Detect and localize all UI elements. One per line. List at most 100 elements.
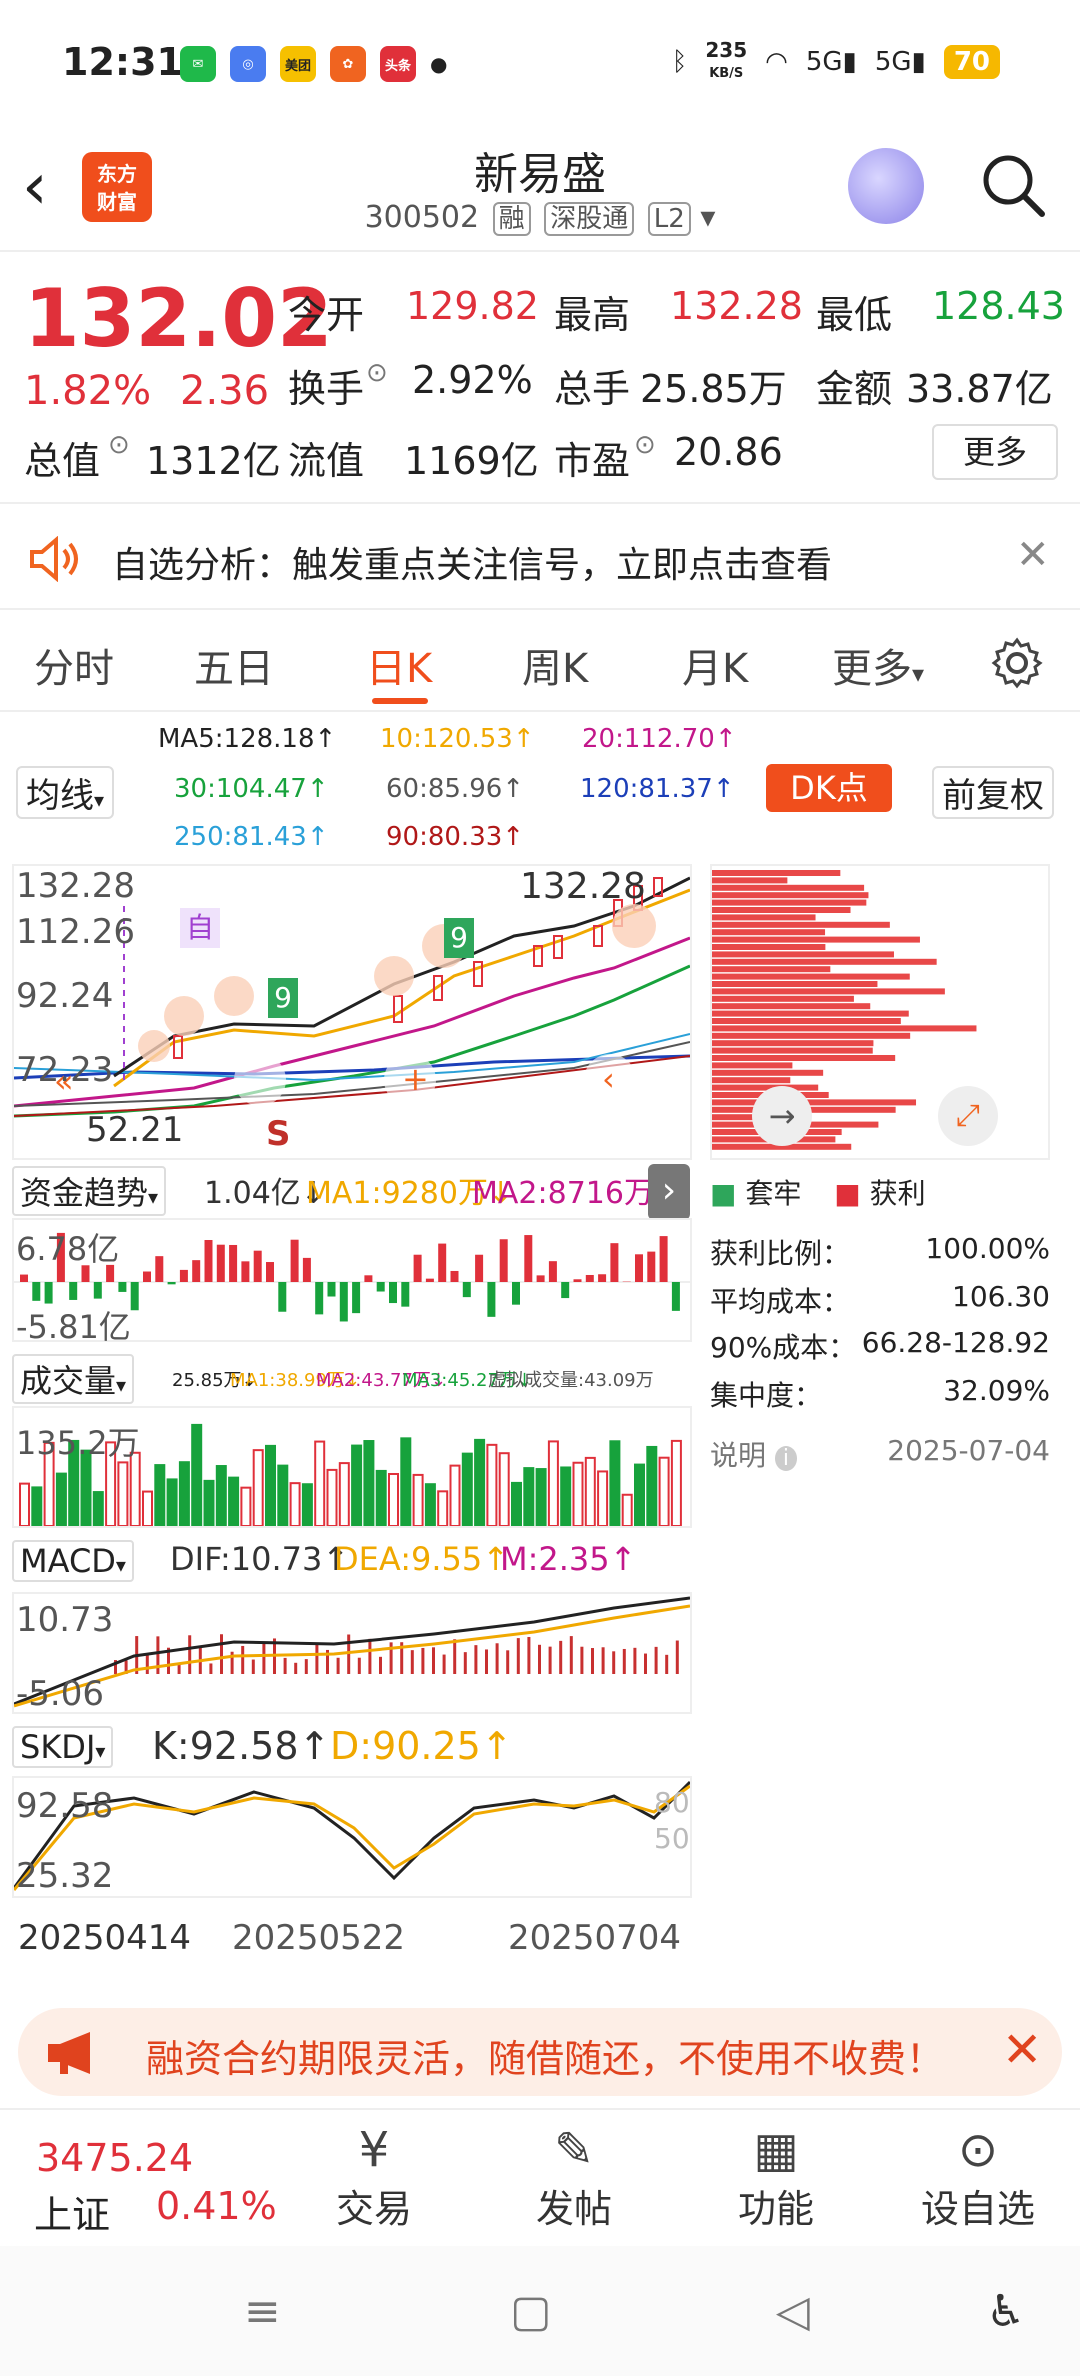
volume-bar xyxy=(191,1423,203,1528)
chip-bar xyxy=(712,870,841,876)
volume-bar xyxy=(154,1464,166,1527)
index-name[interactable]: 上证 xyxy=(34,2184,110,2239)
volume-selector[interactable]: 成交量▾ xyxy=(12,1354,135,1404)
fund-bar xyxy=(647,1251,656,1282)
accessibility-icon[interactable]: ♿ xyxy=(986,2286,1025,2337)
tab-more[interactable]: 更多▾ xyxy=(832,636,924,694)
kline-tick-top: 132.28 xyxy=(16,866,135,906)
alert-banner[interactable]: 自选分析：触发重点关注信号，立即点击查看 ✕ xyxy=(0,506,1080,610)
xiaohongshu-icon: ✿ xyxy=(330,46,366,82)
macd-chart[interactable]: 10.73 -5.06 xyxy=(12,1592,692,1714)
volume-bar xyxy=(228,1476,240,1527)
fund-bar xyxy=(561,1282,570,1299)
fund-bar xyxy=(155,1256,164,1282)
virtual-volume: 虚拟成交量:43.09万 xyxy=(488,1370,654,1391)
info-icon[interactable]: ⊙ xyxy=(634,430,656,460)
more-button[interactable]: 更多 xyxy=(932,424,1058,480)
tab-monthly-k[interactable]: 月K xyxy=(682,636,748,694)
robot-assistant-icon[interactable] xyxy=(848,148,924,224)
chevron-down-icon: ▾ xyxy=(95,1739,106,1763)
volume-bar xyxy=(437,1490,449,1527)
tag-margin: 融 xyxy=(492,202,531,236)
fund-bar xyxy=(327,1282,336,1297)
macd-selector[interactable]: MACD▾ xyxy=(12,1540,134,1582)
info-icon[interactable]: ⊙ xyxy=(366,358,388,388)
fund-bar xyxy=(536,1275,545,1282)
value-amount: 33.87亿 xyxy=(906,367,1053,411)
nav-post[interactable]: ✎ 发帖 xyxy=(494,2122,654,2233)
index-change[interactable]: 0.41% xyxy=(156,2184,277,2228)
edit-icon: ✎ xyxy=(553,2122,595,2178)
concentration-label: 集中度： xyxy=(710,1379,823,1412)
skdj-selector[interactable]: SKDJ▾ xyxy=(12,1726,114,1768)
add-icon: + xyxy=(402,1060,429,1098)
tab-intraday[interactable]: 分时 xyxy=(34,636,114,694)
search-icon[interactable] xyxy=(978,150,1048,220)
volume-bar xyxy=(338,1462,350,1527)
chip-distribution-chart[interactable]: → ⤢ xyxy=(710,864,1050,1160)
label-low: 最低 xyxy=(816,293,893,337)
skdj-bottom-tick: 25.32 xyxy=(16,1856,114,1896)
avg-cost-label: 平均成本： xyxy=(710,1285,851,1318)
nav-trade[interactable]: ¥ 交易 xyxy=(294,2122,454,2233)
macd-bar xyxy=(442,1654,446,1674)
expand-icon[interactable]: ⤢ xyxy=(938,1086,998,1146)
macd-bar xyxy=(675,1640,679,1674)
ma-selector[interactable]: 均线▾ xyxy=(16,766,115,819)
home-icon[interactable]: ▢ xyxy=(510,2286,552,2337)
margin-ad-banner[interactable]: 融资合约期限灵活，随借随还，不使用不收费！ ✕ xyxy=(18,2008,1062,2096)
fund-trend-chart[interactable]: 6.78亿 -5.81亿 xyxy=(12,1218,692,1346)
macd-bar xyxy=(527,1637,531,1674)
adjust-button[interactable]: 前复权 xyxy=(932,766,1054,819)
ma20-label: 20:112.70↑ xyxy=(582,724,737,754)
skdj-80-line: 80 xyxy=(654,1786,690,1819)
volume-bar xyxy=(498,1452,510,1527)
volume-bar xyxy=(547,1440,559,1527)
ma90-label: 90:80.33↑ xyxy=(386,822,525,852)
close-icon[interactable]: ✕ xyxy=(1002,2022,1042,2078)
dk-point-button[interactable]: DK点 xyxy=(766,764,892,812)
fund-bar xyxy=(401,1282,410,1307)
volume-chart[interactable]: 135.2万 xyxy=(12,1406,692,1528)
volume-bar xyxy=(412,1473,424,1528)
chip-bar xyxy=(712,951,894,958)
gear-icon[interactable] xyxy=(990,636,1044,690)
nav-functions[interactable]: ▦ 功能 xyxy=(696,2122,856,2233)
chip-bar xyxy=(712,877,788,884)
info-icon[interactable]: ⊙ xyxy=(108,430,130,460)
macd-bar xyxy=(474,1645,478,1674)
macd-bar xyxy=(538,1644,541,1674)
tab-weekly-k[interactable]: 周K xyxy=(522,636,588,694)
chip-bar xyxy=(712,966,831,973)
back-nav-icon[interactable]: ◁ xyxy=(776,2286,810,2337)
index-value[interactable]: 3475.24 xyxy=(36,2136,193,2180)
kline-chart[interactable]: + ‹ « 132.28 112.26 92.24 72.23 52.21 13… xyxy=(12,864,692,1160)
td-count-9: 9 xyxy=(268,978,298,1018)
chevron-down-icon: ▾ xyxy=(912,660,925,688)
macd-bar xyxy=(294,1662,298,1674)
skdj-50-line: 50 xyxy=(654,1822,690,1855)
tab-daily-k[interactable]: 日K xyxy=(366,636,432,694)
nav-add-watchlist[interactable]: ⊙ 设自选 xyxy=(898,2122,1058,2233)
value-open: 129.82 xyxy=(406,284,539,328)
chip-bar xyxy=(712,1047,873,1054)
close-icon[interactable]: ✕ xyxy=(1016,532,1050,578)
menu-icon[interactable]: ≡ xyxy=(244,2286,281,2337)
label-total-cap: 总值 xyxy=(24,439,101,483)
skdj-chart[interactable]: 92.58 25.32 80 50 xyxy=(12,1776,692,1898)
macd-bar xyxy=(421,1647,425,1674)
chevron-right-icon[interactable]: › xyxy=(648,1164,690,1220)
fund-bar xyxy=(241,1261,250,1282)
chip-bar xyxy=(712,929,826,936)
fund-trend-selector[interactable]: 资金趋势▾ xyxy=(12,1166,167,1216)
arrow-right-icon[interactable]: → xyxy=(752,1086,812,1146)
active-tab-indicator xyxy=(372,698,428,704)
ma120-label: 120:81.37↑ xyxy=(580,774,735,804)
macd-bar xyxy=(357,1657,361,1674)
chevron-down-icon: ▾ xyxy=(148,1185,159,1209)
volume-bar xyxy=(388,1472,399,1528)
fund-bar xyxy=(413,1254,422,1282)
chip-date: 2025-07-04 xyxy=(887,1434,1050,1467)
note-link[interactable]: 说明 i xyxy=(710,1434,798,1474)
tab-five-day[interactable]: 五日 xyxy=(194,636,274,694)
